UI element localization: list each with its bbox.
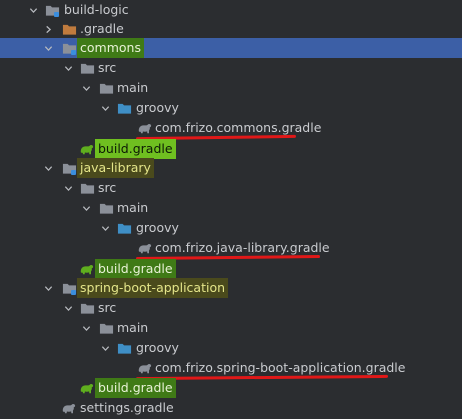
tree-item-label: java-library <box>77 158 154 178</box>
tree-row-main[interactable]: main <box>0 198 462 218</box>
chevron-down-icon[interactable] <box>62 178 74 198</box>
folder-icon <box>98 78 114 98</box>
tree-item-label: main <box>117 200 149 215</box>
chevron-down-icon[interactable] <box>80 198 92 218</box>
module-badge <box>71 170 76 175</box>
folder-icon <box>98 318 114 338</box>
tree-row-src[interactable]: src <box>0 178 462 198</box>
tree-item-label: src <box>98 300 117 315</box>
tree-item-label: commons <box>77 38 144 58</box>
tree-item-label: main <box>117 80 149 95</box>
tree-row-src[interactable]: src <box>0 58 462 78</box>
chevron-down-icon[interactable] <box>62 298 74 318</box>
tree-row-dot-gradle[interactable]: .gradle <box>0 19 462 39</box>
tree-row-groovy[interactable]: groovy <box>0 338 462 358</box>
tree-item-label: settings.gradle <box>80 400 174 415</box>
tree-row-commons[interactable]: commons <box>0 38 462 58</box>
tree-item-label: build.gradle <box>95 378 176 398</box>
tree-item-label: groovy <box>136 100 179 115</box>
folder-icon <box>79 58 95 78</box>
chevron-down-icon[interactable] <box>99 338 111 358</box>
excluded-folder-icon <box>61 19 77 39</box>
tree-item-label: src <box>98 180 117 195</box>
source-folder-icon <box>116 218 132 238</box>
chevron-down-icon[interactable] <box>62 58 74 78</box>
tree-item-label: .gradle <box>80 21 124 36</box>
module-folder-icon <box>61 278 77 298</box>
tree-row-settings-gradle[interactable]: settings.gradle <box>0 398 462 418</box>
module-folder-icon <box>44 0 60 20</box>
gradle-elephant-icon <box>78 259 94 279</box>
chevron-down-icon[interactable] <box>42 278 54 298</box>
tree-item-label: groovy <box>136 340 179 355</box>
module-folder-icon <box>61 38 77 58</box>
source-folder-icon <box>116 98 132 118</box>
chevron-down-icon[interactable] <box>80 78 92 98</box>
gradle-elephant-icon <box>60 398 76 418</box>
tree-row-src[interactable]: src <box>0 298 462 318</box>
module-badge <box>71 290 76 295</box>
gradle-elephant-icon <box>136 358 152 378</box>
tree-item-label: build.gradle <box>95 259 176 279</box>
module-badge <box>54 12 59 17</box>
gradle-elephant-icon <box>78 378 94 398</box>
tree-row-build-gradle[interactable]: build.gradle <box>0 378 462 398</box>
tree-row-build-gradle[interactable]: build.gradle <box>0 139 462 159</box>
chevron-right-icon[interactable] <box>42 19 54 39</box>
tree-row-groovy[interactable]: groovy <box>0 218 462 238</box>
folder-icon <box>79 178 95 198</box>
tree-row-spring-boot-application-plugin[interactable]: com.frizo.spring-boot-application.gradle <box>0 358 462 378</box>
tree-row-spring-boot-application[interactable]: spring-boot-application <box>0 278 462 298</box>
tree-item-label: groovy <box>136 220 179 235</box>
chevron-down-icon[interactable] <box>99 98 111 118</box>
tree-item-label: src <box>98 60 117 75</box>
tree-row-build-logic[interactable]: build-logic <box>0 0 462 20</box>
tree-row-build-gradle[interactable]: build.gradle <box>0 259 462 279</box>
tree-row-main[interactable]: main <box>0 318 462 338</box>
chevron-down-icon[interactable] <box>80 318 92 338</box>
chevron-down-icon[interactable] <box>99 218 111 238</box>
chevron-down-icon[interactable] <box>27 0 39 20</box>
module-folder-icon <box>61 158 77 178</box>
folder-icon <box>98 198 114 218</box>
tree-row-groovy[interactable]: groovy <box>0 98 462 118</box>
project-tree: build-logic .gradle commons src main gro… <box>0 0 462 419</box>
chevron-down-icon[interactable] <box>42 38 54 58</box>
tree-item-label: spring-boot-application <box>77 278 229 298</box>
folder-icon <box>79 298 95 318</box>
gradle-elephant-icon <box>78 139 94 159</box>
gradle-elephant-icon <box>136 238 152 258</box>
source-folder-icon <box>116 338 132 358</box>
tree-row-java-library[interactable]: java-library <box>0 158 462 178</box>
gradle-elephant-icon <box>136 118 152 138</box>
tree-item-label: main <box>117 320 149 335</box>
tree-item-label: build-logic <box>64 2 129 17</box>
module-badge <box>71 50 76 55</box>
tree-item-label: build.gradle <box>95 139 176 159</box>
tree-row-main[interactable]: main <box>0 78 462 98</box>
chevron-down-icon[interactable] <box>42 158 54 178</box>
